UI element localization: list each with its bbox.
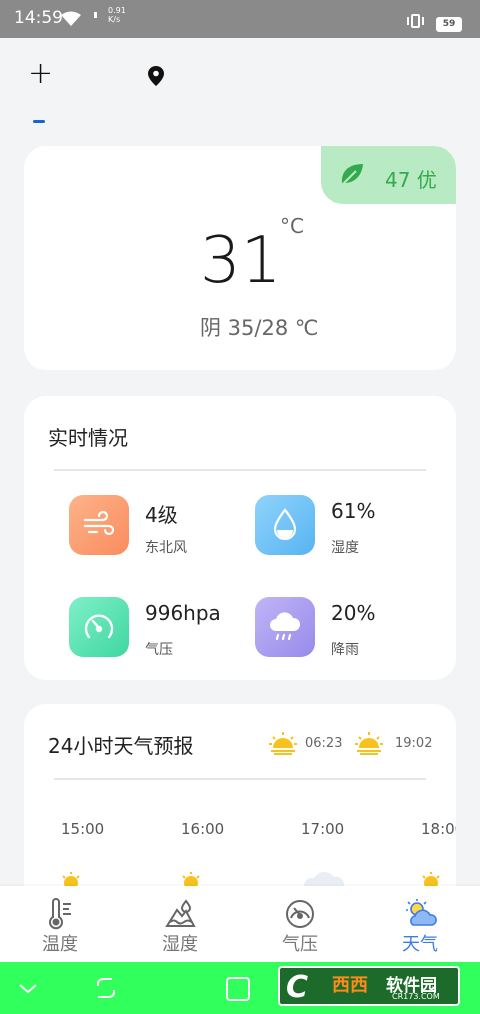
tab-humidity[interactable]: 湿度: [120, 886, 240, 962]
network-speed: 0.91 K/s: [108, 6, 126, 24]
weather-icon: [406, 899, 437, 926]
wind-icon: [69, 495, 129, 555]
battery-icon: 59: [436, 17, 462, 32]
tab-weather[interactable]: 天气: [360, 886, 480, 962]
current-weather-card: 47 优 31 °C 阴 35/28 ℃: [24, 146, 456, 370]
gauge-icon: [69, 597, 129, 657]
watermark-logo: C 西西 软件园 CR173.COM: [278, 966, 460, 1006]
tab-temperature[interactable]: 温度: [0, 886, 120, 962]
divider: [54, 469, 426, 471]
rain-cloud-icon: [255, 597, 315, 657]
sunrise-icon: [269, 732, 297, 755]
header: +: [0, 38, 480, 138]
pressure-label: 气压: [145, 642, 173, 658]
realtime-title: 实时情况: [48, 426, 128, 450]
hour-label: 18:00: [421, 820, 456, 838]
divider: [54, 778, 426, 780]
thermometer-icon: [49, 898, 71, 930]
cloud-icon: [303, 872, 345, 886]
rain-label: 降雨: [331, 642, 359, 658]
wind-value: 4级: [145, 503, 178, 527]
recent-apps-icon[interactable]: [225, 976, 251, 1002]
realtime-card: 实时情况 4级 东北风 61% 湿度 996hpa 气压 20% 降雨: [24, 396, 456, 680]
pressure-value: 996hpa: [145, 601, 221, 625]
temperature-unit: °C: [280, 214, 304, 238]
back-gesture-icon[interactable]: [92, 976, 120, 1000]
sunrise-time: 06:23: [305, 736, 343, 751]
leaf-icon: [340, 164, 363, 187]
rain-value: 20%: [331, 601, 376, 625]
bottom-tab-bar: 温度 湿度 气压 天气: [0, 886, 480, 962]
tab-pressure[interactable]: 气压: [240, 886, 360, 962]
sunset-time: 19:02: [395, 736, 433, 751]
sunset-icon: [355, 732, 383, 755]
aqi-value: 47 优: [385, 168, 437, 192]
wind-label: 东北风: [145, 540, 187, 556]
wifi-icon: [61, 11, 81, 26]
page-indicator: [33, 120, 45, 123]
forecast-card: 24小时天气预报 06:23 19:02 15:00 16:00 17:00 1…: [24, 704, 456, 904]
status-bar: 14:59 0.91 K/s 59: [0, 0, 480, 38]
hour-label: 17:00: [301, 820, 345, 838]
sun-icon: [182, 872, 200, 886]
weather-summary: 阴 35/28 ℃: [200, 316, 319, 340]
status-time: 14:59: [14, 8, 63, 28]
tab-label: 气压: [282, 934, 318, 955]
water-drop-icon: [255, 495, 315, 555]
barometer-icon: [286, 900, 314, 928]
humidity-icon: [165, 899, 196, 927]
forecast-title: 24小时天气预报: [48, 734, 194, 758]
hour-label: 15:00: [61, 820, 105, 838]
tab-label: 湿度: [162, 934, 198, 955]
vibrate-icon: [407, 14, 424, 28]
tab-label: 天气: [402, 934, 438, 955]
sun-icon: [62, 872, 80, 886]
location-pin-icon[interactable]: [148, 66, 164, 86]
chevron-down-icon[interactable]: [17, 976, 39, 1000]
humidity-label: 湿度: [331, 540, 359, 556]
tab-label: 温度: [42, 934, 78, 955]
signal-dot: [94, 12, 97, 18]
humidity-value: 61%: [331, 499, 376, 523]
sun-icon: [422, 872, 440, 886]
add-city-button[interactable]: +: [28, 59, 53, 89]
hour-label: 16:00: [181, 820, 225, 838]
aqi-badge[interactable]: 47 优: [321, 146, 456, 204]
current-temperature: 31: [200, 224, 282, 298]
